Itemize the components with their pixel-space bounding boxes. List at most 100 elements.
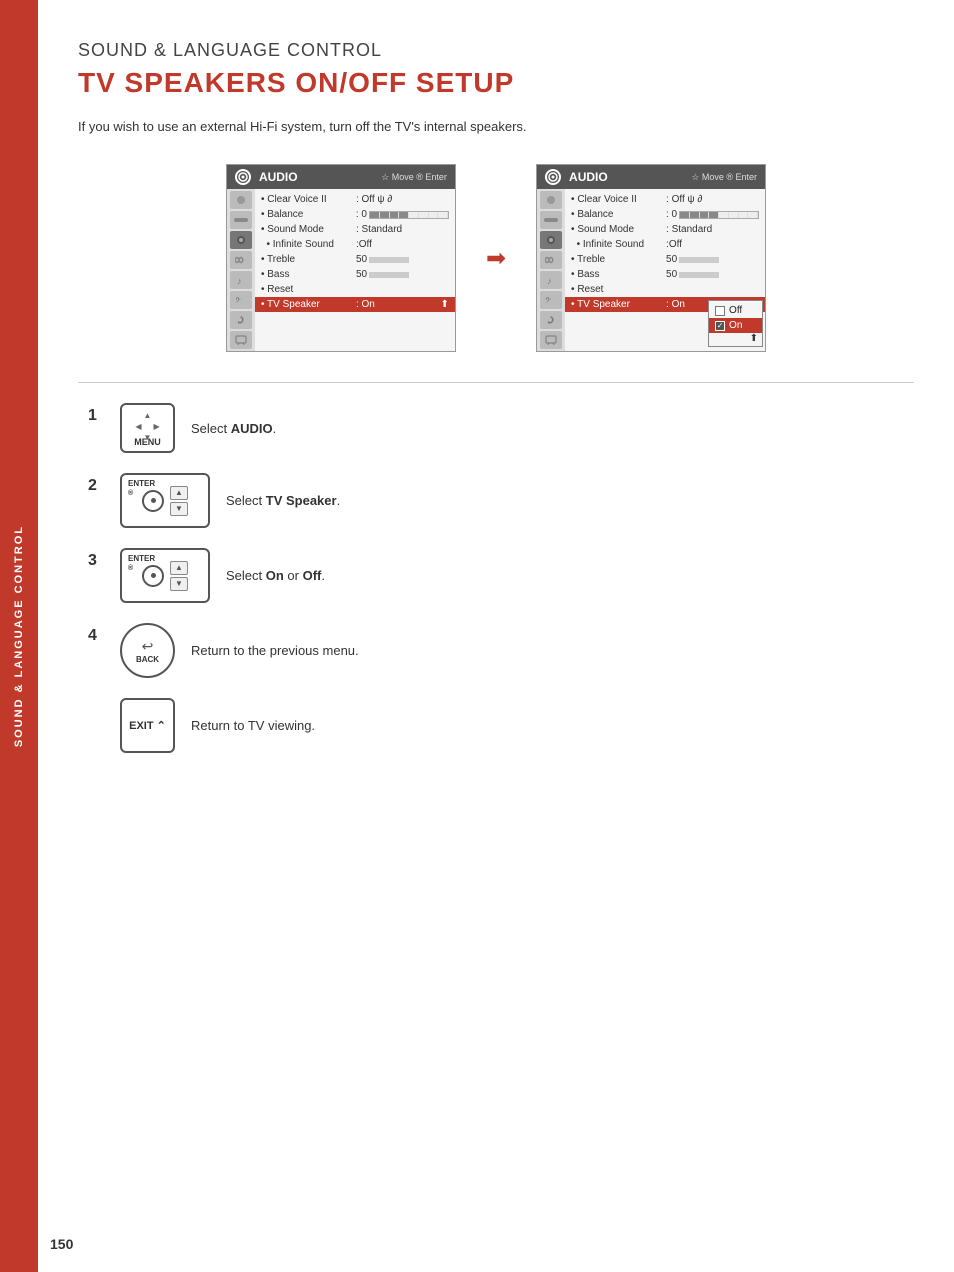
step-3-icon: ENTER® ▲ ▼ [120,548,210,603]
row-soundmode-left: • Sound Mode : Standard [261,222,449,237]
dropdown-off: Off [709,303,762,318]
icon-treble: ♪ [230,271,252,289]
audio-icon-left [235,169,251,185]
menu-button-label: MENU [134,437,161,447]
svg-text:♪: ♪ [547,276,552,285]
audio-icons-right: ♪ 𝄢 [537,189,565,351]
subtitle: If you wish to use an external Hi-Fi sys… [78,119,914,134]
step-number-3: 3 [88,552,104,570]
icon-sound-r [540,191,562,209]
icon-bass-r: 𝄢 [540,291,562,309]
step-3-text: Select On or Off. [226,568,325,583]
audio-header-right: AUDIO ☆ Move ® Enter [537,165,765,189]
sidebar-text: SOUND & LANGUAGE CONTROL [13,525,25,747]
enter-label-3: ENTER® [128,554,155,572]
icon-tv-left [230,331,252,349]
audio-icons-left: ♪ 𝄢 [227,189,255,351]
page-number: 150 [50,1236,73,1252]
enter-label-2: ENTER® [128,479,155,497]
icon-mode [230,231,252,249]
step-1-icon: ▲ ◀ ▶ ▼ MENU [120,403,175,453]
audio-nav-right: ☆ Move ® Enter [691,172,757,183]
enter-button-2[interactable]: ENTER® ▲ ▼ [120,473,210,528]
section-title: SOUND & LANGUAGE CONTROL [78,40,914,61]
main-content: SOUND & LANGUAGE CONTROL TV SPEAKERS ON/… [38,0,954,793]
icon-bass-left: 𝄢 [230,291,252,309]
step-1-text: Select AUDIO. [191,421,276,436]
checkbox-on: ✓ [715,321,725,331]
row-clearvoice-right: • Clear Voice II : Off ψ ∂ [571,192,759,207]
icon-infinite-r [540,251,562,269]
balance-bar-right [679,211,759,219]
diagram-area: AUDIO ☆ Move ® Enter [78,164,914,352]
dropdown-on: ✓ On [709,318,762,333]
step-2: 2 ENTER® ▲ ▼ Select TV Speaker. [88,473,914,528]
bass-slider-right [679,272,719,278]
treble-slider-left [369,257,409,263]
tv-speaker-dropdown: Off ✓ On ⬆ [708,300,763,347]
audio-icon-right [545,169,561,185]
page-title: TV SPEAKERS ON/OFF SETUP [78,67,914,99]
step-3: 3 ENTER® ▲ ▼ Select On or Off. [88,548,914,603]
icon-infinite [230,251,252,269]
row-treble-left: • Treble 50 [261,252,449,267]
back-button-label: BACK [136,655,159,664]
audio-body-left: ♪ 𝄢 • Clear Voice II : Off ψ ∂ [227,189,455,351]
enter-nav-3: ▲ ▼ [170,561,188,591]
step-number-1: 1 [88,407,104,425]
step-5-icon: EXIT ⌃ [120,698,175,753]
sidebar: SOUND & LANGUAGE CONTROL [0,0,38,1272]
svg-text:♪: ♪ [237,276,242,285]
step-number-2: 2 [88,477,104,495]
audio-title-left: AUDIO [259,170,373,184]
step-number-4: 4 [88,627,104,645]
icon-reset-left [230,311,252,329]
icon-reset-r [540,311,562,329]
row-reset-left: • Reset [261,282,449,297]
exit-button-label: EXIT ⌃ [129,719,166,732]
row-balance-right: • Balance : 0 [571,207,759,222]
step-4-icon: ↩ BACK [120,623,175,678]
audio-header-left: AUDIO ☆ Move ® Enter [227,165,455,189]
menu-button[interactable]: ▲ ◀ ▶ ▼ MENU [120,403,175,453]
dropdown-arrow-up: ⬆ [709,333,762,344]
section-divider [78,382,914,383]
audio-menu-right: AUDIO ☆ Move ® Enter [536,164,766,352]
step-2-icon: ENTER® ▲ ▼ [120,473,210,528]
audio-title-right: AUDIO [569,170,683,184]
icon-tv-r [540,331,562,349]
audio-content-left: • Clear Voice II : Off ψ ∂ • Balance : 0 [255,189,455,351]
row-tvspeaker-left: • TV Speaker : On ⬆ [255,297,455,312]
step-4: 4 ↩ BACK Return to the previous menu. [88,623,914,678]
row-infinite-right: • Infinite Sound :Off [571,237,759,252]
exit-button[interactable]: EXIT ⌃ [120,698,175,753]
step-1: 1 ▲ ◀ ▶ ▼ MENU [88,403,914,453]
icon-treble-r: ♪ [540,271,562,289]
row-treble-right: • Treble 50 [571,252,759,267]
enter-button-3[interactable]: ENTER® ▲ ▼ [120,548,210,603]
arrow-right: ➡ [486,244,506,273]
row-bass-right: • Bass 50 [571,267,759,282]
icon-balance-r [540,211,562,229]
svg-text:𝄢: 𝄢 [545,296,551,305]
audio-nav-left: ☆ Move ® Enter [381,172,447,183]
row-balance-left: • Balance : 0 [261,207,449,222]
icon-balance [230,211,252,229]
row-soundmode-right: • Sound Mode : Standard [571,222,759,237]
back-arrow-icon: ↩ [142,638,154,655]
bass-slider-left [369,272,409,278]
svg-text:𝄢: 𝄢 [235,296,241,305]
audio-menu-left: AUDIO ☆ Move ® Enter [226,164,456,352]
icon-sound [230,191,252,209]
step-5: EXIT ⌃ Return to TV viewing. [88,698,914,753]
row-bass-left: • Bass 50 [261,267,449,282]
balance-bar-left [369,211,449,219]
treble-slider-right [679,257,719,263]
row-clearvoice-left: • Clear Voice II : Off ψ ∂ [261,192,449,207]
row-reset-right: • Reset [571,282,759,297]
checkbox-off [715,306,725,316]
back-button[interactable]: ↩ BACK [120,623,175,678]
icon-mode-r [540,231,562,249]
row-infinite-left: • Infinite Sound :Off [261,237,449,252]
steps-section: 1 ▲ ◀ ▶ ▼ MENU [78,403,914,753]
